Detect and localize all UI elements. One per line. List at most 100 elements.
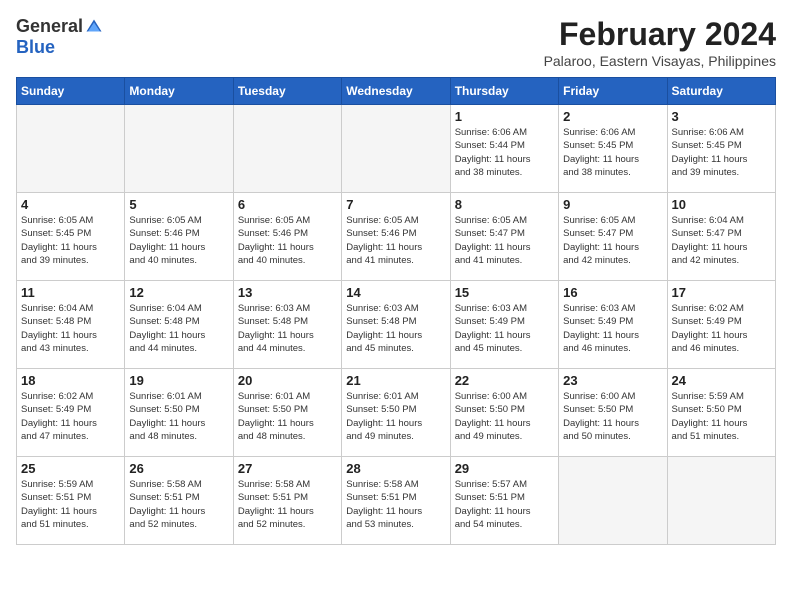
calendar-cell: 12Sunrise: 6:04 AM Sunset: 5:48 PM Dayli… [125, 281, 233, 369]
col-header-saturday: Saturday [667, 78, 775, 105]
day-info: Sunrise: 6:02 AM Sunset: 5:49 PM Dayligh… [672, 302, 771, 355]
calendar-cell: 3 Sunrise: 6:06 AM Sunset: 5:45 PM Daylig… [667, 105, 775, 193]
day-number: 4 [21, 197, 120, 212]
day-info: Sunrise: 6:05 AM Sunset: 5:45 PM Dayligh… [21, 214, 120, 267]
day-info: Sunrise: 6:02 AM Sunset: 5:49 PM Dayligh… [21, 390, 120, 443]
calendar-cell: 24 Sunrise: 5:59 AM Sunset: 5:50 PM Dayli… [667, 369, 775, 457]
day-number: 16 [563, 285, 662, 300]
calendar-cell: 19Sunrise: 6:01 AM Sunset: 5:50 PM Dayli… [125, 369, 233, 457]
title-area: February 2024 Palaroo, Eastern Visayas, … [544, 16, 776, 69]
calendar-cell: 27 Sunrise: 5:58 AM Sunset: 5:51 PM Dayli… [233, 457, 341, 545]
day-number: 11 [21, 285, 120, 300]
month-title: February 2024 [544, 16, 776, 53]
day-number: 17 [672, 285, 771, 300]
calendar-cell: 9Sunrise: 6:05 AM Sunset: 5:47 PM Daylig… [559, 193, 667, 281]
day-number: 20 [238, 373, 337, 388]
logo-general: General [16, 16, 83, 37]
day-info: Sunrise: 6:04 AM Sunset: 5:48 PM Dayligh… [21, 302, 120, 355]
day-info: Sunrise: 6:01 AM Sunset: 5:50 PM Dayligh… [129, 390, 228, 443]
day-info: Sunrise: 6:06 AM Sunset: 5:45 PM Dayligh… [672, 126, 771, 179]
day-number: 18 [21, 373, 120, 388]
logo-blue: Blue [16, 37, 55, 57]
day-number: 23 [563, 373, 662, 388]
calendar-cell: 22Sunrise: 6:00 AM Sunset: 5:50 PM Dayli… [450, 369, 558, 457]
day-info: Sunrise: 5:58 AM Sunset: 5:51 PM Dayligh… [129, 478, 228, 531]
day-info: Sunrise: 5:59 AM Sunset: 5:51 PM Dayligh… [21, 478, 120, 531]
day-info: Sunrise: 6:05 AM Sunset: 5:47 PM Dayligh… [563, 214, 662, 267]
location-title: Palaroo, Eastern Visayas, Philippines [544, 53, 776, 69]
page-header: General Blue February 2024 Palaroo, East… [16, 16, 776, 69]
day-info: Sunrise: 6:03 AM Sunset: 5:48 PM Dayligh… [346, 302, 445, 355]
day-number: 14 [346, 285, 445, 300]
day-number: 15 [455, 285, 554, 300]
calendar-table: SundayMondayTuesdayWednesdayThursdayFrid… [16, 77, 776, 545]
day-number: 6 [238, 197, 337, 212]
calendar-cell: 14 Sunrise: 6:03 AM Sunset: 5:48 PM Dayli… [342, 281, 450, 369]
day-info: Sunrise: 6:00 AM Sunset: 5:50 PM Dayligh… [455, 390, 554, 443]
day-info: Sunrise: 6:04 AM Sunset: 5:48 PM Dayligh… [129, 302, 228, 355]
day-number: 27 [238, 461, 337, 476]
day-number: 7 [346, 197, 445, 212]
calendar-cell [233, 105, 341, 193]
calendar-cell: 21Sunrise: 6:01 AM Sunset: 5:50 PM Dayli… [342, 369, 450, 457]
calendar-cell: 18 Sunrise: 6:02 AM Sunset: 5:49 PM Dayli… [17, 369, 125, 457]
calendar-cell: 17 Sunrise: 6:02 AM Sunset: 5:49 PM Dayli… [667, 281, 775, 369]
calendar-cell [342, 105, 450, 193]
calendar-cell: 13 Sunrise: 6:03 AM Sunset: 5:48 PM Dayli… [233, 281, 341, 369]
calendar-cell: 26Sunrise: 5:58 AM Sunset: 5:51 PM Dayli… [125, 457, 233, 545]
week-row-4: 18 Sunrise: 6:02 AM Sunset: 5:49 PM Dayli… [17, 369, 776, 457]
day-number: 24 [672, 373, 771, 388]
day-info: Sunrise: 6:05 AM Sunset: 5:46 PM Dayligh… [129, 214, 228, 267]
day-number: 28 [346, 461, 445, 476]
day-number: 29 [455, 461, 554, 476]
header-row: SundayMondayTuesdayWednesdayThursdayFrid… [17, 78, 776, 105]
calendar-cell: 7 Sunrise: 6:05 AM Sunset: 5:46 PM Daylig… [342, 193, 450, 281]
day-info: Sunrise: 6:00 AM Sunset: 5:50 PM Dayligh… [563, 390, 662, 443]
day-info: Sunrise: 6:06 AM Sunset: 5:44 PM Dayligh… [455, 126, 554, 179]
calendar-cell: 29 Sunrise: 5:57 AM Sunset: 5:51 PM Dayli… [450, 457, 558, 545]
calendar-cell [125, 105, 233, 193]
week-row-2: 4 Sunrise: 6:05 AM Sunset: 5:45 PM Daylig… [17, 193, 776, 281]
calendar-cell: 1 Sunrise: 6:06 AM Sunset: 5:44 PM Daylig… [450, 105, 558, 193]
calendar-cell: 28 Sunrise: 5:58 AM Sunset: 5:51 PM Dayli… [342, 457, 450, 545]
calendar-cell [17, 105, 125, 193]
day-info: Sunrise: 5:59 AM Sunset: 5:50 PM Dayligh… [672, 390, 771, 443]
calendar-cell: 2 Sunrise: 6:06 AM Sunset: 5:45 PM Daylig… [559, 105, 667, 193]
col-header-wednesday: Wednesday [342, 78, 450, 105]
day-info: Sunrise: 6:05 AM Sunset: 5:47 PM Dayligh… [455, 214, 554, 267]
calendar-cell: 8 Sunrise: 6:05 AM Sunset: 5:47 PM Daylig… [450, 193, 558, 281]
day-number: 10 [672, 197, 771, 212]
col-header-monday: Monday [125, 78, 233, 105]
day-info: Sunrise: 6:05 AM Sunset: 5:46 PM Dayligh… [346, 214, 445, 267]
logo: General Blue [16, 16, 103, 58]
col-header-sunday: Sunday [17, 78, 125, 105]
calendar-cell: 20 Sunrise: 6:01 AM Sunset: 5:50 PM Dayli… [233, 369, 341, 457]
day-number: 3 [672, 109, 771, 124]
day-number: 1 [455, 109, 554, 124]
day-info: Sunrise: 5:57 AM Sunset: 5:51 PM Dayligh… [455, 478, 554, 531]
day-number: 13 [238, 285, 337, 300]
day-info: Sunrise: 5:58 AM Sunset: 5:51 PM Dayligh… [238, 478, 337, 531]
calendar-cell: 11 Sunrise: 6:04 AM Sunset: 5:48 PM Dayli… [17, 281, 125, 369]
day-number: 8 [455, 197, 554, 212]
calendar-cell: 5 Sunrise: 6:05 AM Sunset: 5:46 PM Daylig… [125, 193, 233, 281]
calendar-cell [559, 457, 667, 545]
calendar-cell: 16Sunrise: 6:03 AM Sunset: 5:49 PM Dayli… [559, 281, 667, 369]
day-info: Sunrise: 5:58 AM Sunset: 5:51 PM Dayligh… [346, 478, 445, 531]
day-info: Sunrise: 6:03 AM Sunset: 5:49 PM Dayligh… [455, 302, 554, 355]
col-header-tuesday: Tuesday [233, 78, 341, 105]
col-header-friday: Friday [559, 78, 667, 105]
day-info: Sunrise: 6:03 AM Sunset: 5:48 PM Dayligh… [238, 302, 337, 355]
logo-icon [85, 18, 103, 36]
day-info: Sunrise: 6:01 AM Sunset: 5:50 PM Dayligh… [238, 390, 337, 443]
day-number: 25 [21, 461, 120, 476]
day-number: 5 [129, 197, 228, 212]
day-info: Sunrise: 6:05 AM Sunset: 5:46 PM Dayligh… [238, 214, 337, 267]
day-info: Sunrise: 6:06 AM Sunset: 5:45 PM Dayligh… [563, 126, 662, 179]
calendar-cell: 10 Sunrise: 6:04 AM Sunset: 5:47 PM Dayli… [667, 193, 775, 281]
day-number: 2 [563, 109, 662, 124]
day-info: Sunrise: 6:04 AM Sunset: 5:47 PM Dayligh… [672, 214, 771, 267]
day-info: Sunrise: 6:01 AM Sunset: 5:50 PM Dayligh… [346, 390, 445, 443]
col-header-thursday: Thursday [450, 78, 558, 105]
week-row-5: 25 Sunrise: 5:59 AM Sunset: 5:51 PM Dayli… [17, 457, 776, 545]
